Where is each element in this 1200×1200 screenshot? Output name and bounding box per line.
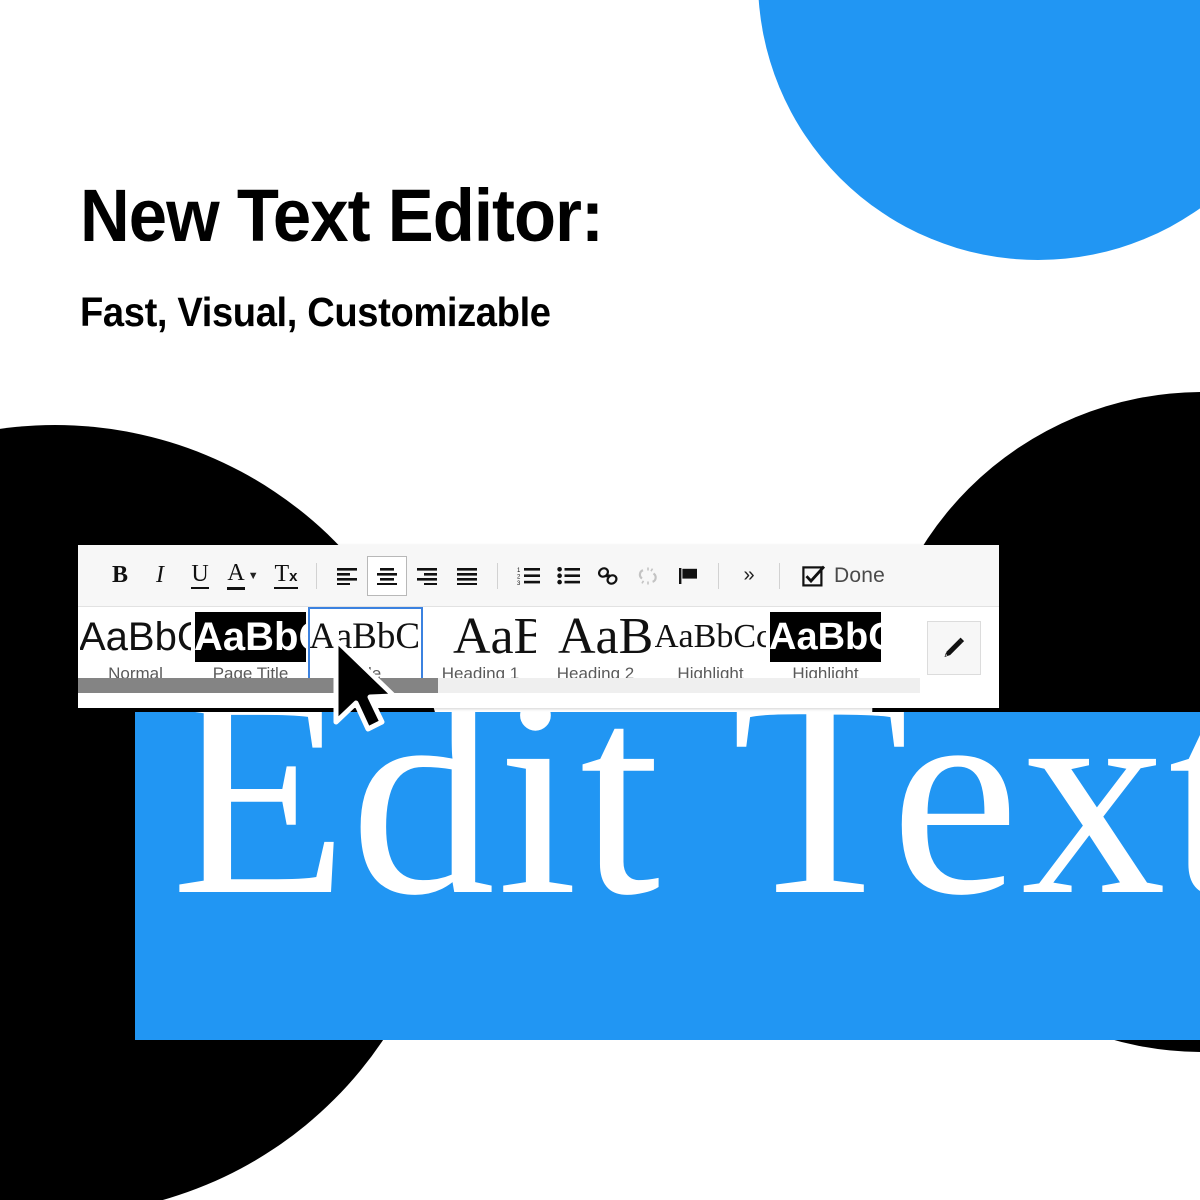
edit-text-word: Edit Text [171, 712, 1200, 955]
bulleted-list-button[interactable] [548, 556, 588, 596]
insert-link-button[interactable] [588, 556, 628, 596]
flag-button[interactable] [668, 556, 708, 596]
svg-text:2: 2 [517, 575, 521, 581]
italic-button[interactable]: I [140, 556, 180, 596]
style-heading-3-preview: AaBbCc [654, 618, 767, 655]
overflow-more-button[interactable]: » [729, 556, 769, 596]
style-heading-1-preview: AaBbCc [453, 612, 536, 662]
link-icon [597, 566, 618, 585]
pencil-icon [944, 637, 965, 657]
align-right-button[interactable] [407, 556, 447, 596]
svg-text:1: 1 [517, 568, 521, 574]
clear-formatting-button[interactable]: Tx [266, 556, 306, 596]
align-justify-icon [457, 567, 477, 585]
scrollbar-thumb[interactable] [78, 678, 438, 693]
unlink-icon [638, 567, 657, 584]
toolbar-divider [497, 562, 498, 589]
horizontal-scrollbar[interactable] [78, 678, 920, 693]
headline-block: New Text Editor: Fast, Visual, Customiza… [80, 178, 980, 335]
numbered-list-button[interactable]: 1 2 3 [508, 556, 548, 596]
edit-styles-button[interactable] [927, 621, 981, 675]
toolbar-divider [779, 562, 780, 589]
underline-glyph: U [191, 561, 209, 590]
align-right-icon [417, 567, 437, 585]
text-editor-panel: B I U A ▼ Tx 1 2 3 » Done AaBb Normal Aa… [78, 545, 999, 708]
clear-formatting-glyph: Tx [274, 561, 298, 590]
style-title-preview: AaBbCc [309, 616, 421, 657]
style-highlight-preview: AaBbCc [770, 612, 881, 662]
editor-toolbar: B I U A ▼ Tx 1 2 3 » Done [78, 545, 999, 607]
toolbar-divider [316, 562, 317, 589]
styles-gallery: AaBbCc Normal AaBbCc Page Title AaBbCc T… [78, 607, 999, 693]
bold-button[interactable]: B [100, 556, 140, 596]
italic-glyph: I [156, 562, 164, 588]
chevron-down-icon: ▼ [247, 569, 259, 582]
double-chevron-icon: » [743, 564, 755, 586]
style-heading-2-preview: AaBbCc [558, 612, 653, 662]
text-color-button[interactable]: A ▼ [220, 556, 266, 596]
done-label: Done [834, 563, 886, 587]
toolbar-divider [718, 562, 719, 589]
align-center-button[interactable] [367, 555, 407, 596]
align-left-button[interactable] [327, 556, 367, 596]
numbered-list-icon: 1 2 3 [517, 568, 540, 585]
poster-canvas: New Text Editor: Fast, Visual, Customiza… [0, 0, 1200, 1200]
edit-text-banner: Edit Text [135, 712, 1200, 1040]
flag-icon [679, 567, 697, 584]
style-normal-preview: AaBbCc [79, 615, 191, 659]
page-subtitle: Fast, Visual, Customizable [80, 289, 551, 336]
text-color-glyph: A [227, 561, 245, 590]
align-justify-button[interactable] [447, 556, 487, 596]
underline-button[interactable]: U [180, 556, 220, 596]
checkbox-checked-icon [802, 565, 825, 587]
done-button[interactable]: Done [802, 564, 885, 588]
bold-glyph: B [111, 562, 128, 588]
bulleted-list-icon [556, 567, 580, 585]
align-center-icon [377, 567, 397, 585]
page-title: New Text Editor: [80, 174, 604, 257]
remove-link-button[interactable] [628, 556, 668, 596]
svg-text:3: 3 [517, 581, 521, 585]
style-page-title-preview: AaBbCc [195, 612, 306, 662]
align-left-icon [337, 567, 357, 585]
